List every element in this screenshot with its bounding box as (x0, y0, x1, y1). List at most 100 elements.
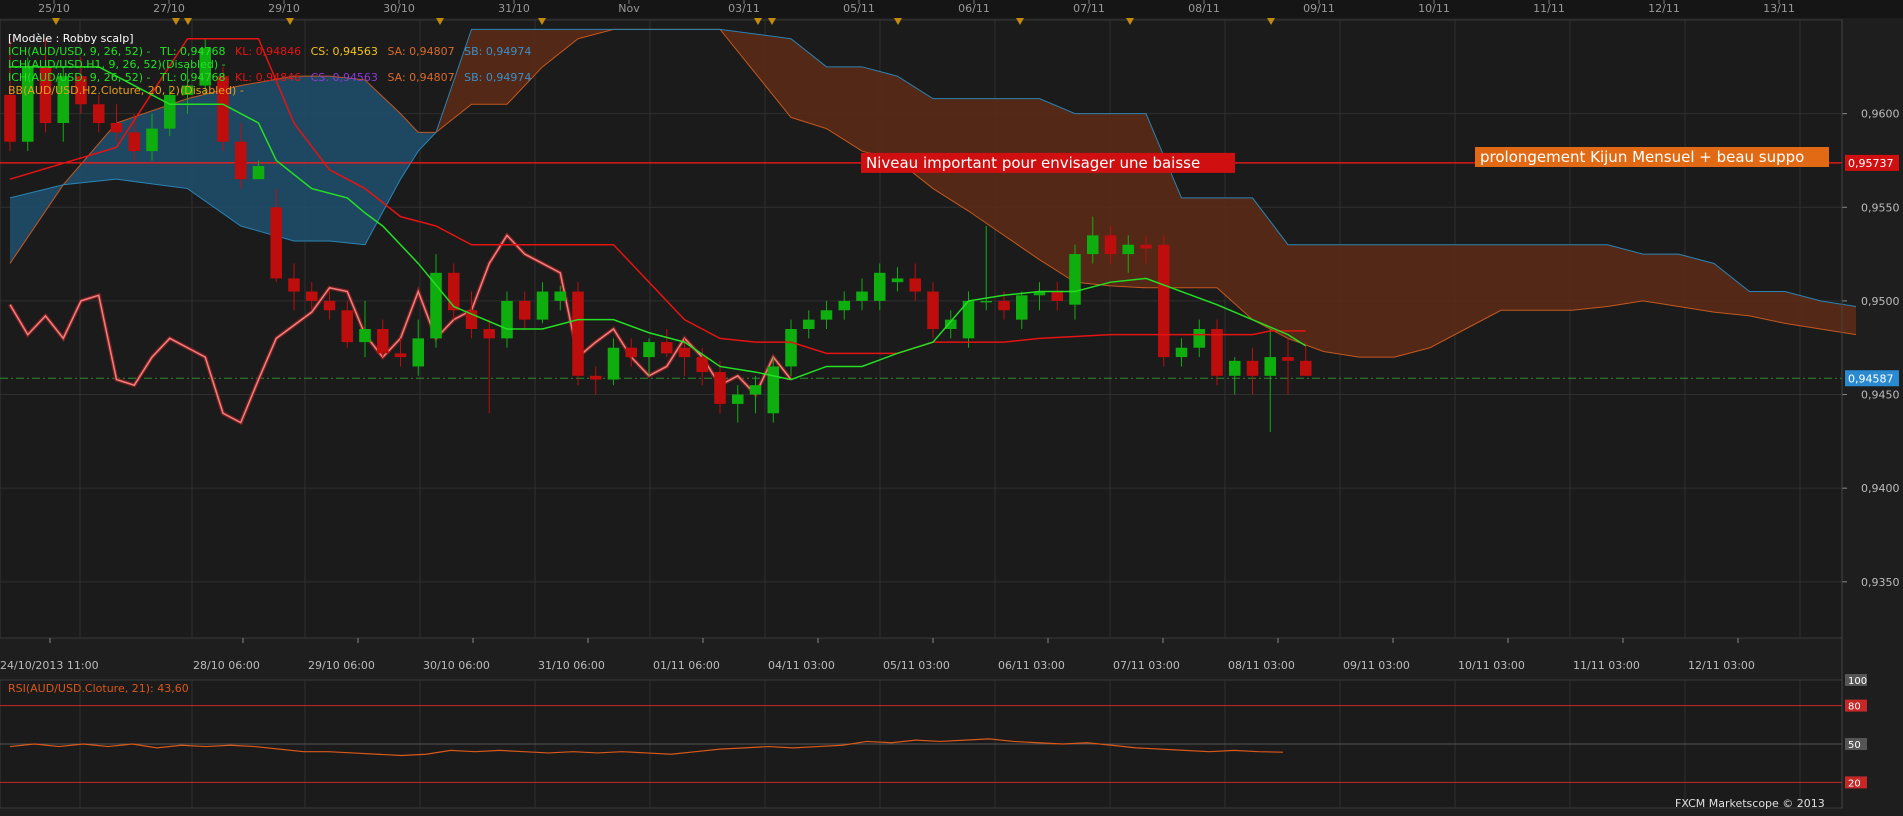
bottom-time-label: 01/11 06:00 (653, 659, 720, 672)
ich3-cs: CS: 0,94563 (310, 71, 378, 84)
chart-root: 0,9350 0,9400 0,9450 0,9500 0,9550 0,9600 Nive… (0, 0, 1903, 812)
bottom-time-label: 12/11 03:00 (1688, 659, 1755, 672)
ich3-sa: SA: 0,94807 (387, 71, 455, 84)
annotation-niveau-text: Niveau important pour envisager une bais… (866, 154, 1200, 172)
candle-down (909, 278, 922, 292)
candle-up (891, 278, 904, 283)
candle-down (589, 375, 602, 380)
footer-credit: FXCM Marketscope © 2013 (1675, 797, 1825, 810)
candle-up (1193, 329, 1206, 348)
candle-up (607, 347, 620, 380)
candle-up (785, 329, 797, 367)
candle-up (554, 291, 567, 301)
candle-up (802, 319, 815, 329)
ich-tl: TL: 0,94768 (159, 45, 226, 58)
bottom-time-label: 24/10/2013 11:00 (0, 659, 99, 672)
candle-down (110, 123, 123, 133)
bottom-time-label: 11/11 03:00 (1573, 659, 1640, 672)
rsi-tick-label: 80 (1848, 702, 1861, 713)
candle-down (1211, 329, 1223, 376)
ich-kl: KL: 0,94846 (235, 45, 302, 58)
candle-up (838, 300, 851, 311)
bb-legend: BB(AUD/USD.H2.Cloture, 20, 2)(Disabled) … (8, 84, 250, 97)
candle-down (341, 310, 354, 343)
candle-up (749, 385, 762, 395)
candle-up (1069, 254, 1081, 305)
ichimoku-legend-3: ICH(AUD/USD, 9, 26, 52) - TL: 0,94768 KL… (8, 71, 537, 84)
level-price-label: 0,95737 (1848, 157, 1894, 170)
candle-down (1299, 360, 1312, 376)
ichimoku-legend-1: ICH(AUD/USD, 9, 26, 52) - TL: 0,94768 KL… (8, 45, 537, 58)
candle-down (92, 104, 105, 123)
bottom-time-label: 09/11 03:00 (1343, 659, 1410, 672)
candle-down (678, 347, 691, 358)
annotation-kijun-text: prolongement Kijun Mensuel + beau suppo (1480, 148, 1804, 166)
y-tick-label: 0,9350 (1861, 576, 1900, 589)
bottom-time-label: 04/11 03:00 (768, 659, 835, 672)
candle-down (998, 300, 1010, 311)
annotation-niveau: Niveau important pour envisager une bais… (861, 152, 1235, 173)
annotation-kijun: prolongement Kijun Mensuel + beau suppo (1475, 147, 1829, 167)
candle-up (980, 300, 993, 303)
candle-down (376, 329, 389, 354)
candle-up (731, 394, 744, 404)
candle-up (820, 310, 833, 320)
candle-up (359, 329, 371, 343)
rsi-tick-label: 20 (1848, 778, 1861, 789)
ich3-kl: KL: 0,94846 (235, 71, 302, 84)
ich-sb: SB: 0,94974 (464, 45, 532, 58)
y-tick-label: 0,9450 (1861, 389, 1900, 402)
ich-cs: CS: 0,94563 (310, 45, 378, 58)
ichimoku-legend-2: ICH(AUD/USD.H1, 9, 26, 52)(Disabled) - (8, 58, 232, 71)
y-tick-label: 0,9400 (1861, 482, 1900, 495)
rsi-tick-label: 100 (1848, 676, 1867, 687)
bottom-time-label: 06/11 03:00 (998, 659, 1065, 672)
candle-down (518, 300, 531, 320)
candle-down (1246, 360, 1259, 376)
rsi-label: RSI(AUD/USD.Cloture, 21): 43,60 (8, 682, 189, 695)
candle-up (643, 342, 655, 358)
candle-down (625, 347, 638, 358)
candle-up (146, 128, 158, 152)
last-price-label: 0,94587 (1848, 372, 1894, 385)
candle-down (270, 207, 283, 279)
bottom-time-label: 10/11 03:00 (1458, 659, 1525, 672)
candle-down (128, 132, 141, 152)
bottom-time-label: 30/10 06:00 (423, 659, 490, 672)
candle-up (412, 338, 425, 367)
candle-down (288, 278, 300, 292)
candle-down (1157, 244, 1170, 358)
candle-up (1015, 295, 1028, 320)
candle-up (1175, 347, 1188, 358)
candle-down (927, 291, 939, 329)
model-label: [Modèle : Robby scalp] (8, 32, 140, 45)
y-tick-label: 0,9550 (1861, 201, 1900, 214)
ich-name: ICH(AUD/USD, 9, 26, 52) - (8, 45, 151, 58)
ich3-name: ICH(AUD/USD, 9, 26, 52) - (8, 71, 151, 84)
model-text: [Modèle : Robby scalp] (8, 32, 134, 45)
candle-up (536, 291, 549, 320)
candle-down (394, 353, 407, 358)
candle-down (714, 372, 726, 404)
candle-up (767, 366, 780, 414)
candle-down (447, 272, 460, 311)
candle-up (252, 166, 265, 180)
candle-up (856, 291, 868, 301)
candle-down (305, 291, 318, 301)
rsi-tick-label: 50 (1848, 740, 1861, 751)
candle-up (430, 272, 442, 339)
ich-h1-name: ICH(AUD/USD.H1, 9, 26, 52)(Disabled) - (8, 58, 226, 71)
candle-down (1104, 235, 1117, 255)
bottom-time-label: 07/11 03:00 (1113, 659, 1180, 672)
candle-up (501, 300, 513, 339)
candle-down (1051, 291, 1064, 301)
candle-down (660, 342, 673, 354)
chart-canvas[interactable]: 0,9350 0,9400 0,9450 0,9500 0,9550 0,9600 Nive… (0, 0, 1903, 812)
candle-down (1140, 244, 1152, 249)
bottom-time-label: 08/11 03:00 (1228, 659, 1295, 672)
y-tick-label: 0,9500 (1861, 295, 1900, 308)
y-tick-label: 0,9600 (1861, 108, 1900, 121)
candle-up (1122, 244, 1135, 255)
bb-name: BB(AUD/USD.H2.Cloture, 20, 2)(Disabled) … (8, 84, 244, 97)
bottom-time-label: 28/10 06:00 (193, 659, 260, 672)
